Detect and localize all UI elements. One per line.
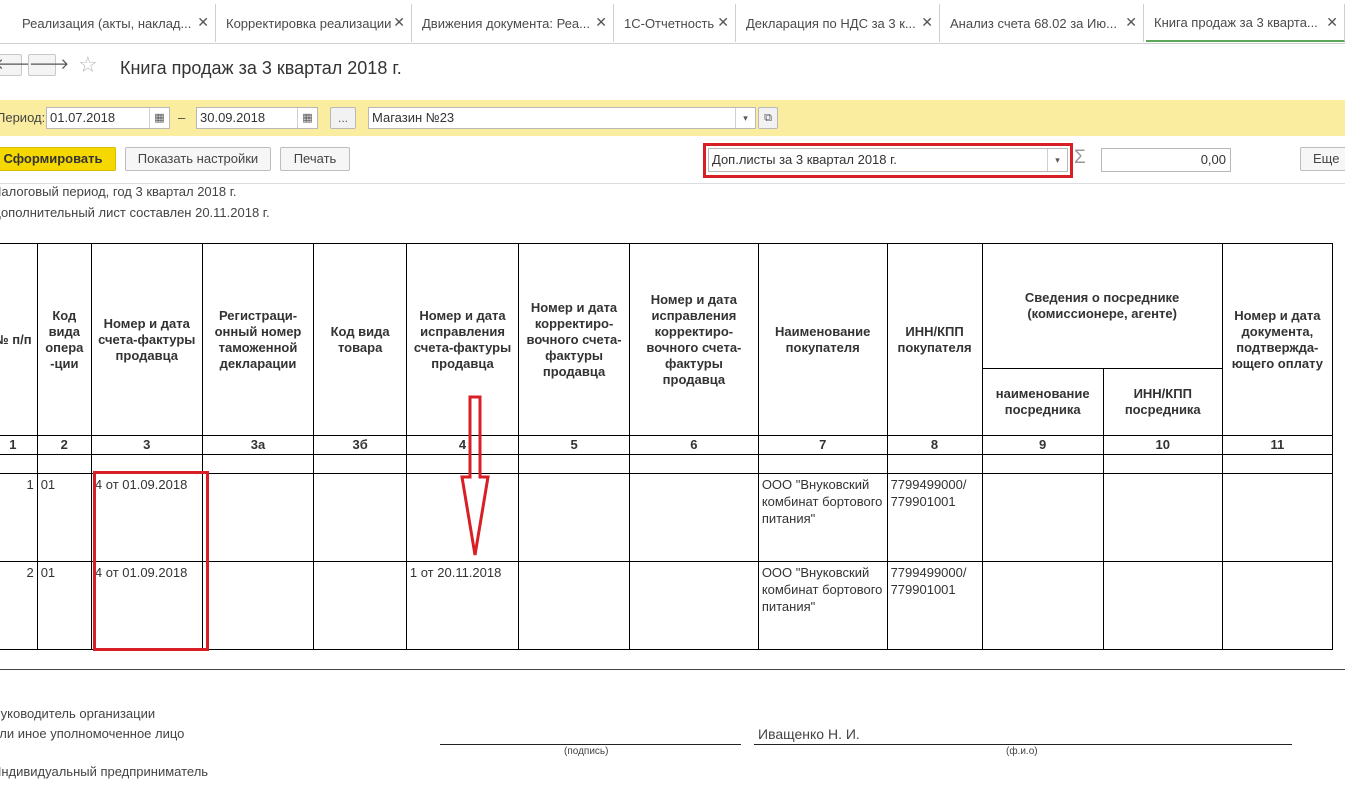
row-buyer-inn: 7799499000/ 779901001 xyxy=(886,473,983,562)
signature-line xyxy=(440,744,741,745)
print-button[interactable]: Печать xyxy=(280,147,350,171)
calendar-icon[interactable]: ▦ xyxy=(297,108,317,128)
tab-vat-declaration[interactable]: Декларация по НДС за 3 к... ✕ xyxy=(738,4,940,42)
col-header-number: № п/п xyxy=(0,243,38,436)
col-header-payment-doc: Номер и дата документа, подтвержда- ющег… xyxy=(1221,243,1334,436)
tab-correction[interactable]: Корректировка реализации ✕ xyxy=(218,4,412,42)
col-number: 5 xyxy=(518,435,630,455)
table-bottom-line xyxy=(0,669,1345,670)
tab-label: Декларация по НДС за 3 к... xyxy=(746,15,916,31)
col-header-intermediary-inn: ИНН/КПП посредника xyxy=(1102,368,1223,436)
date-from-value: 01.07.2018 xyxy=(50,110,116,125)
tab-account-analysis[interactable]: Анализ счета 68.02 за Ию... ✕ xyxy=(942,4,1144,42)
date-from-field[interactable]: 01.07.2018 ▦ xyxy=(46,107,170,129)
show-settings-button[interactable]: Показать настройки xyxy=(125,147,271,171)
tab-label: 1С-Отчетность xyxy=(624,15,715,31)
tab-realization[interactable]: Реализация (акты, наклад... ✕ xyxy=(14,4,216,42)
dropdown-arrow-icon[interactable]: ▾ xyxy=(735,108,755,128)
close-icon[interactable]: ✕ xyxy=(717,14,729,31)
tab-reporting[interactable]: 1С-Отчетность ✕ xyxy=(616,4,736,42)
col-header-buyer: Наименование покупателя xyxy=(757,243,888,436)
more-button[interactable]: Еще xyxy=(1300,147,1345,171)
close-icon[interactable]: ✕ xyxy=(393,14,405,31)
col-number: 8 xyxy=(886,435,983,455)
period-dash: – xyxy=(178,110,186,125)
col-header-customs: Регистраци- онный номер таможенной декла… xyxy=(201,243,315,436)
tab-label: Реализация (акты, наклад... xyxy=(22,15,192,31)
col-number: 9 xyxy=(981,435,1104,455)
close-icon[interactable]: ✕ xyxy=(921,14,933,31)
organization-field[interactable]: Магазин №23 ▾ xyxy=(368,107,756,129)
col-header-intermediary-name: наименование посредника xyxy=(981,368,1104,436)
row-number: 2 xyxy=(0,561,38,650)
star-icon[interactable]: ☆ xyxy=(78,52,98,78)
forward-arrow-icon[interactable]: 🡒 xyxy=(28,54,69,76)
title-row: 🡐 🡒 ☆ Книга продаж за 3 квартал 2018 г. xyxy=(0,48,1345,88)
head-label-2: или иное уполномоченное лицо xyxy=(0,726,185,741)
organization-value: Магазин №23 xyxy=(372,110,455,125)
col-header-invoice: Номер и дата счета-фактуры продавца xyxy=(90,243,203,436)
col-number: 1 xyxy=(0,435,38,455)
variant-highlight-box xyxy=(703,143,1073,178)
col-number: 10 xyxy=(1102,435,1223,455)
tab-bar: Реализация (акты, наклад... ✕ Корректиро… xyxy=(0,0,1345,44)
entrepreneur-label: Индивидуальный предприниматель xyxy=(0,764,209,779)
row-buyer-inn: 7799499000/ 779901001 xyxy=(886,561,983,650)
col-number: 2 xyxy=(36,435,92,455)
col-header-op-code: Код вида опера -ции xyxy=(36,243,92,436)
sum-icon: Σ xyxy=(1074,147,1086,168)
col-number: 3 xyxy=(90,435,203,455)
additional-sheet-note: Дополнительный лист составлен 20.11.2018… xyxy=(0,205,270,220)
close-icon[interactable]: ✕ xyxy=(1326,14,1338,31)
close-icon[interactable]: ✕ xyxy=(197,14,209,31)
tab-sales-book[interactable]: Книга продаж за 3 кварта... ✕ xyxy=(1146,4,1345,42)
col-number: 3б xyxy=(313,435,407,455)
calendar-icon[interactable]: ▦ xyxy=(149,108,169,128)
row-number: 1 xyxy=(0,473,38,562)
down-arrow-icon xyxy=(460,395,490,556)
col-number: 6 xyxy=(628,435,759,455)
page-title: Книга продаж за 3 квартал 2018 г. xyxy=(120,58,402,78)
head-label-1: Руководитель организации xyxy=(0,706,156,721)
row-correction: 1 от 20.11.2018 xyxy=(405,561,520,650)
tab-movements[interactable]: Движения документа: Реа... ✕ xyxy=(414,4,614,42)
signer-name: Иващенко Н. И. xyxy=(758,726,860,742)
open-icon[interactable]: ⧉ xyxy=(758,107,778,129)
col-header-goods-code: Код вида товара xyxy=(313,243,407,436)
date-to-value: 30.09.2018 xyxy=(200,110,266,125)
tab-label: Анализ счета 68.02 за Ию... xyxy=(950,15,1117,31)
col-number: 11 xyxy=(1221,435,1334,455)
name-caption: (ф.и.о) xyxy=(1006,746,1038,757)
back-arrow-icon[interactable]: 🡐 xyxy=(0,54,35,76)
tab-label: Книга продаж за 3 кварта... xyxy=(1154,14,1318,30)
period-label: Период: xyxy=(0,110,46,125)
tab-label: Движения документа: Реа... xyxy=(422,15,590,31)
tax-period-note: Налоговый период, год 3 квартал 2018 г. xyxy=(0,184,237,199)
col-header-buyer-inn: ИНН/КПП покупателя xyxy=(886,243,983,436)
tab-label: Корректировка реализации xyxy=(226,15,392,31)
date-to-field[interactable]: 30.09.2018 ▦ xyxy=(196,107,318,129)
close-icon[interactable]: ✕ xyxy=(595,14,607,31)
col-header-intermediary-group: Сведения о посреднике (комиссионере, аге… xyxy=(981,243,1223,369)
filter-bar: Период: 01.07.2018 ▦ – 30.09.2018 ▦ ... … xyxy=(0,100,1345,136)
period-select-button[interactable]: ... xyxy=(330,107,356,129)
close-icon[interactable]: ✕ xyxy=(1125,14,1137,31)
generate-button[interactable]: Сформировать xyxy=(0,147,116,171)
col-header-adjustment: Номер и дата корректиро- вочного счета-ф… xyxy=(518,243,630,436)
row-buyer: ООО "Внуковский комбинат бортового питан… xyxy=(757,473,888,562)
col-header-adjustment-fix: Номер и дата исправления корректиро- воч… xyxy=(628,243,759,436)
col-number: 7 xyxy=(757,435,888,455)
col-number: 3а xyxy=(201,435,315,455)
row-op-code: 01 xyxy=(36,473,92,562)
row-op-code: 01 xyxy=(36,561,92,650)
name-line xyxy=(754,744,1292,745)
signature-caption: (подпись) xyxy=(564,746,609,757)
row-buyer: ООО "Внуковский комбинат бортового питан… xyxy=(757,561,888,650)
invoice-highlight-box xyxy=(93,471,209,651)
sum-field[interactable]: 0,00 xyxy=(1101,148,1231,172)
